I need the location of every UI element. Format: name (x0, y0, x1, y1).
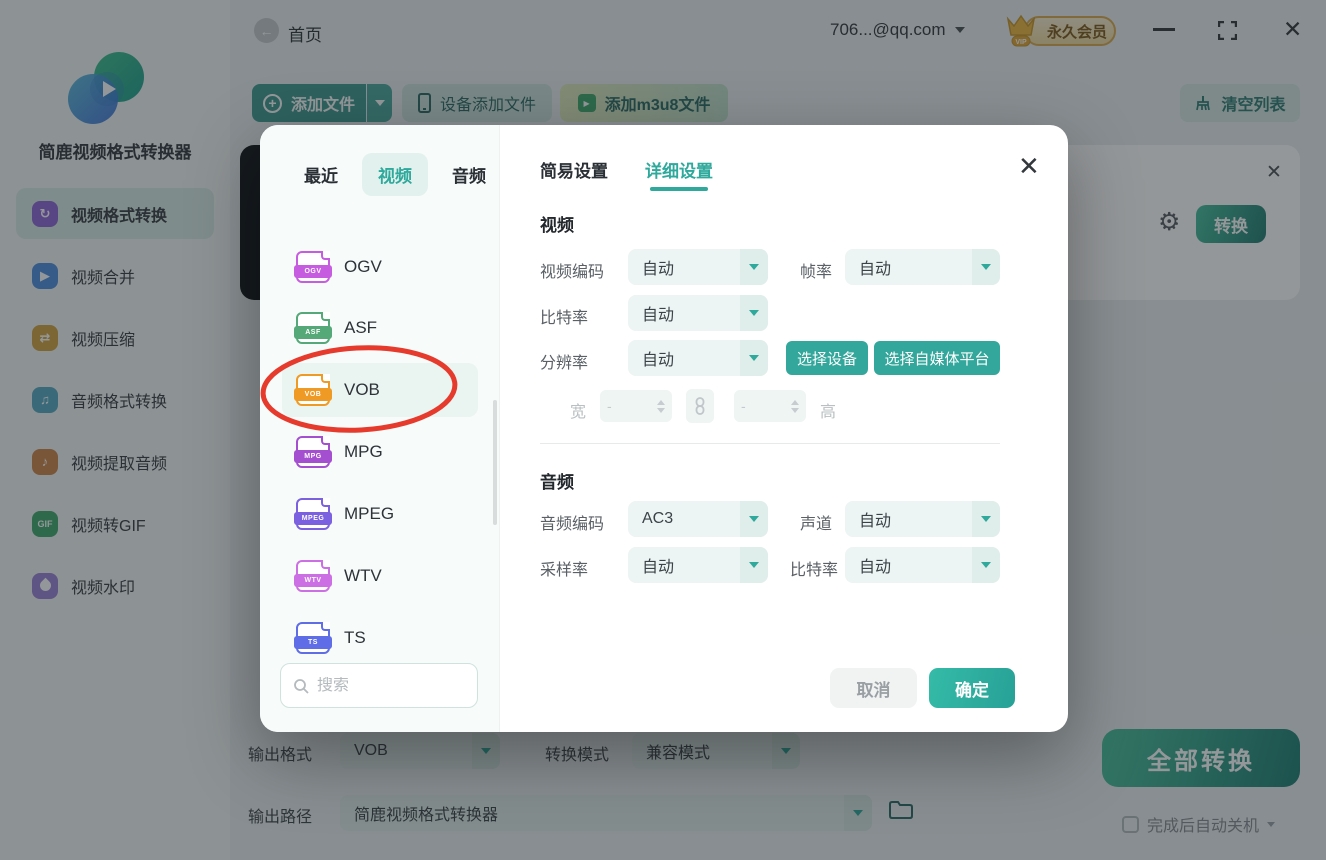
resolution-label: 分辨率 (540, 349, 588, 373)
search-icon (293, 678, 309, 694)
audio-bitrate-select[interactable]: 自动 (845, 547, 1000, 583)
tab-video[interactable]: 视频 (362, 153, 428, 196)
section-divider (540, 443, 1000, 444)
height-stepper[interactable] (734, 390, 806, 422)
format-item-asf[interactable]: ASF ASF (282, 301, 478, 355)
format-item-ogv[interactable]: OGV OGV (282, 240, 478, 294)
height-input[interactable] (741, 398, 781, 414)
frame-rate-label: 帧率 (800, 258, 832, 282)
ogv-file-icon: OGV (296, 251, 330, 283)
format-tabs: 最近 视频 音频 (294, 153, 496, 196)
format-item-ts[interactable]: TS TS (282, 611, 478, 665)
close-modal-icon[interactable]: ✕ (1018, 151, 1040, 182)
cancel-button[interactable]: 取消 (830, 668, 917, 708)
chevron-down-icon (740, 295, 768, 331)
sample-rate-select[interactable]: 自动 (628, 547, 768, 583)
chevron-down-icon (740, 501, 768, 537)
width-label: 宽 (570, 398, 586, 422)
mpg-file-icon: MPG (296, 436, 330, 468)
format-item-vob[interactable]: VOB VOB (282, 363, 478, 417)
chevron-down-icon (972, 501, 1000, 537)
chevron-down-icon (740, 249, 768, 285)
frame-rate-select[interactable]: 自动 (845, 249, 1000, 285)
width-input[interactable] (607, 398, 647, 414)
video-codec-select[interactable]: 自动 (628, 249, 768, 285)
format-settings-modal: 最近 视频 音频 OGV OGV ASF ASF VOB VOB MPG MPG… (260, 125, 1068, 732)
vob-file-icon: VOB (296, 374, 330, 406)
video-codec-label: 视频编码 (540, 258, 604, 282)
tab-recent[interactable]: 最近 (294, 153, 348, 196)
channels-label: 声道 (800, 510, 832, 534)
audio-section-heading: 音频 (540, 468, 574, 493)
active-tab-underline (650, 187, 708, 191)
tab-audio[interactable]: 音频 (442, 153, 496, 196)
asf-file-icon: ASF (296, 312, 330, 344)
audio-codec-select[interactable]: AC3 (628, 501, 768, 537)
wtv-file-icon: WTV (296, 560, 330, 592)
search-input[interactable] (317, 677, 447, 695)
ts-file-icon: TS (296, 622, 330, 654)
lock-aspect-ratio-icon[interactable] (686, 389, 714, 423)
format-search-box (280, 663, 478, 708)
select-device-button[interactable]: 选择设备 (786, 341, 868, 375)
chevron-down-icon (740, 340, 768, 376)
format-item-mpg[interactable]: MPG MPG (282, 425, 478, 479)
mpeg-file-icon: MPEG (296, 498, 330, 530)
resolution-select[interactable]: 自动 (628, 340, 768, 376)
chevron-down-icon (740, 547, 768, 583)
video-bitrate-label: 比特率 (540, 304, 588, 328)
height-label: 高 (820, 398, 836, 422)
channels-select[interactable]: 自动 (845, 501, 1000, 537)
select-platform-button[interactable]: 选择自媒体平台 (874, 341, 1000, 375)
format-item-wtv[interactable]: WTV WTV (282, 549, 478, 603)
sample-rate-label: 采样率 (540, 556, 588, 580)
width-stepper[interactable] (600, 390, 672, 422)
ok-button[interactable]: 确定 (929, 668, 1015, 708)
audio-bitrate-label: 比特率 (790, 556, 838, 580)
tab-detailed-settings[interactable]: 详细设置 (645, 157, 713, 182)
tab-simple-settings[interactable]: 简易设置 (540, 157, 608, 182)
video-bitrate-select[interactable]: 自动 (628, 295, 768, 331)
format-list-scrollbar[interactable] (493, 400, 497, 525)
chevron-down-icon (972, 249, 1000, 285)
format-chooser-panel: 最近 视频 音频 OGV OGV ASF ASF VOB VOB MPG MPG… (260, 125, 500, 732)
audio-codec-label: 音频编码 (540, 510, 604, 534)
video-section-heading: 视频 (540, 211, 574, 236)
chevron-down-icon (972, 547, 1000, 583)
format-item-mpeg[interactable]: MPEG MPEG (282, 487, 478, 541)
